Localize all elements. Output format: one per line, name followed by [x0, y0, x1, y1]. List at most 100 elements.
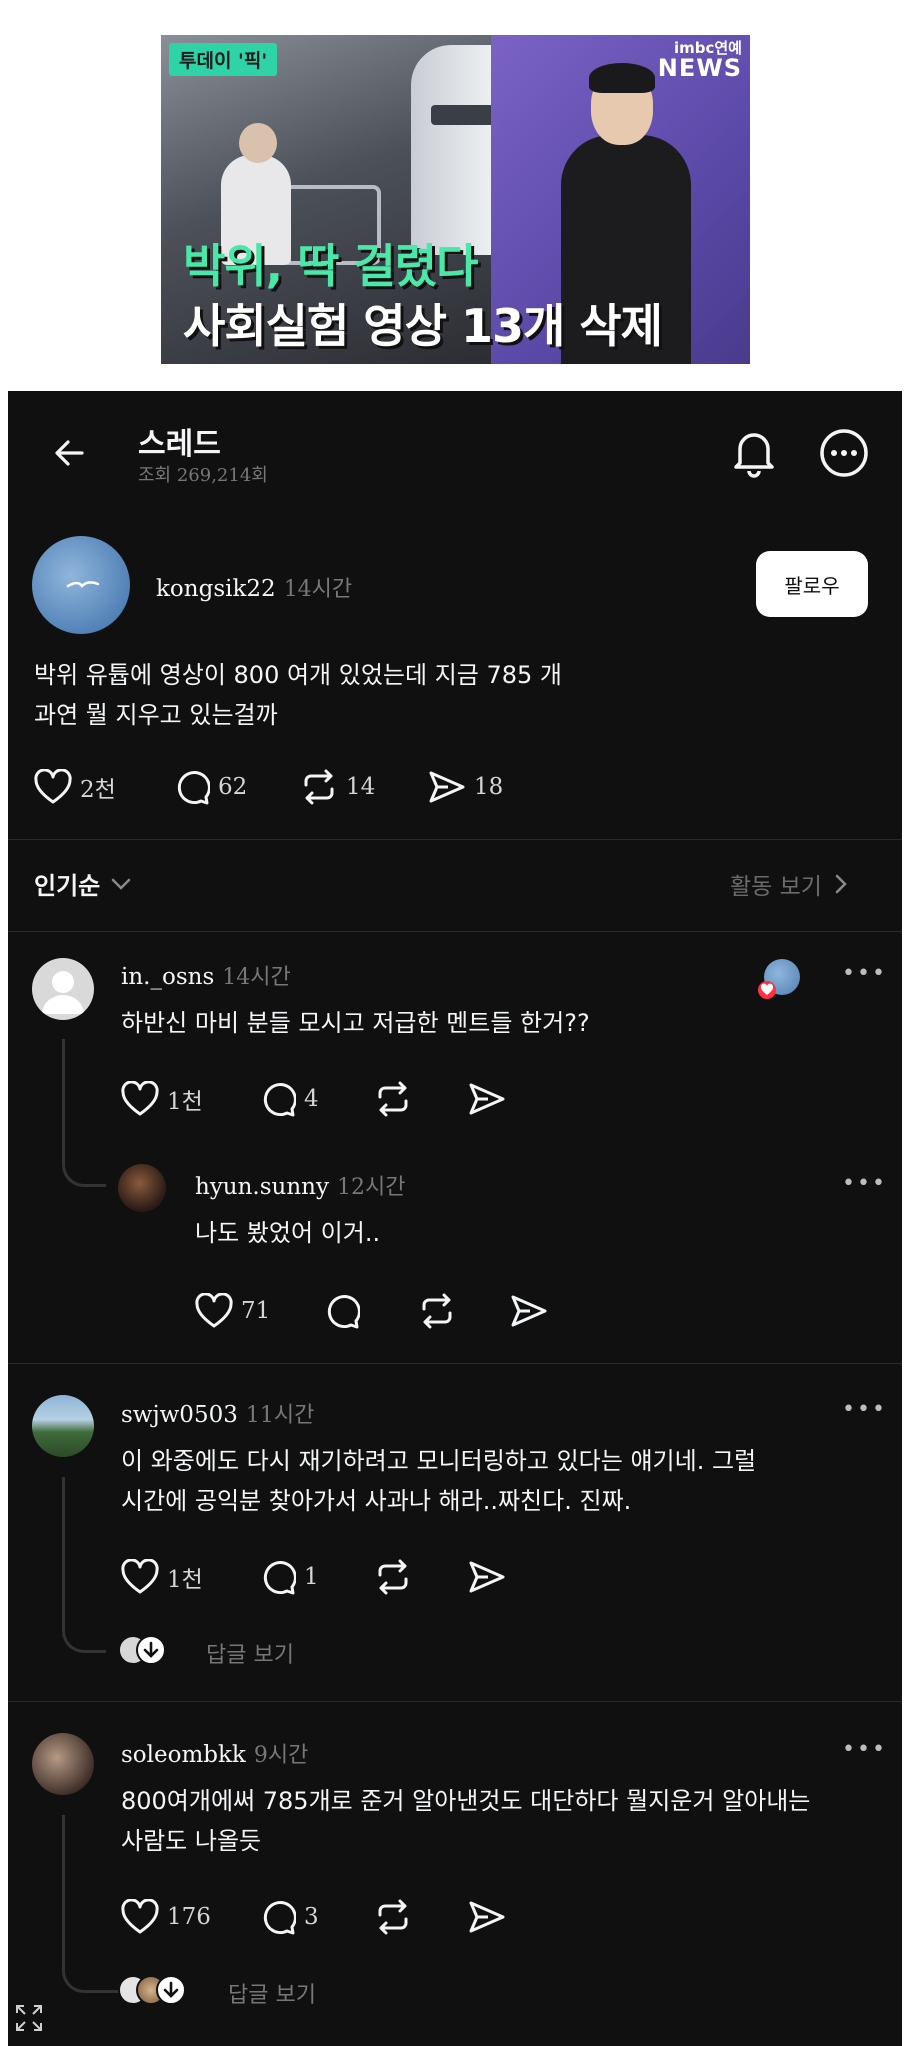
like-count: 1천: [167, 1089, 203, 1115]
follow-button[interactable]: 팔로우: [756, 551, 868, 617]
repost-icon: [378, 1081, 408, 1117]
arrow-down-icon: [159, 1978, 183, 2002]
activity-link[interactable]: 활동 보기: [730, 867, 848, 901]
divider: [8, 839, 902, 840]
heart-icon: [195, 1293, 233, 1328]
send-icon: [469, 1561, 505, 1593]
avatar[interactable]: [32, 536, 130, 634]
comment-icon: [177, 771, 210, 805]
news-headline-2: 사회실험 영상 13개 삭제: [183, 299, 663, 353]
chevron-right-icon: [835, 874, 847, 894]
repost-icon: [304, 769, 334, 805]
avatar[interactable]: [118, 1164, 166, 1212]
comment-button[interactable]: 62: [174, 769, 247, 805]
chevron-down-icon: [112, 878, 131, 890]
share-button[interactable]: [468, 1559, 506, 1599]
seagull-icon: [66, 581, 100, 588]
post-username[interactable]: kongsik22: [156, 576, 276, 602]
comment-text-line-1: 800여개에써 785개로 준거 알아낸것도 대단하다 뭘지운거 알아내는: [121, 1787, 811, 1815]
reply-count: 4: [304, 1086, 319, 1112]
heart-icon: [34, 769, 72, 804]
heart-badge-icon: [758, 981, 776, 1003]
reply-count: 1: [304, 1564, 319, 1590]
send-icon: [469, 1083, 505, 1115]
news-logo: imbc연예 NEWS: [657, 41, 742, 82]
like-count: 2천: [80, 777, 116, 803]
thread-connector: [62, 1815, 126, 1993]
more-options-icon[interactable]: [818, 427, 870, 479]
comment-more-icon[interactable]: •••: [842, 1737, 887, 1762]
expand-icon[interactable]: [14, 2003, 44, 2037]
avatar[interactable]: [32, 1395, 94, 1457]
repost-button[interactable]: [374, 1081, 412, 1121]
avatar[interactable]: [32, 1733, 94, 1795]
sort-dropdown[interactable]: 인기순: [34, 866, 132, 901]
reply-button[interactable]: [324, 1293, 361, 1333]
person-head: [239, 123, 277, 163]
send-icon: [429, 771, 465, 803]
threads-screen: 스레드 조회 269,214회 kongsik22 14시간 팔로우 박위 유튭에…: [8, 391, 902, 2046]
repost-button[interactable]: 14: [300, 769, 375, 805]
like-button[interactable]: 1천: [121, 1559, 203, 1595]
news-logo-bottom: NEWS: [657, 54, 742, 82]
comment-username[interactable]: swjw0503: [121, 1402, 238, 1428]
reply-time: 12시간: [336, 1175, 406, 1200]
comment-more-icon[interactable]: •••: [842, 961, 887, 986]
thread-connector: [62, 1039, 106, 1187]
share-button[interactable]: [510, 1293, 548, 1333]
reply-button[interactable]: 3: [260, 1899, 319, 1935]
share-button[interactable]: 18: [428, 769, 503, 805]
avatar[interactable]: [32, 958, 94, 1020]
reply-more-icon[interactable]: •••: [842, 1171, 887, 1196]
comment-icon: [263, 1083, 296, 1117]
reply-button[interactable]: 4: [260, 1081, 319, 1117]
celebrity-hair: [589, 63, 655, 93]
reply-button[interactable]: 1: [260, 1559, 319, 1595]
activity-label: 활동 보기: [730, 874, 822, 900]
comment-more-icon[interactable]: •••: [842, 1397, 887, 1422]
repost-count: 14: [346, 774, 376, 800]
comment-username[interactable]: in._osns: [121, 964, 214, 990]
view-replies-link[interactable]: 답글 보기: [228, 1977, 316, 2009]
post-header: kongsik22 14시간: [156, 571, 352, 603]
like-button[interactable]: 176: [121, 1899, 211, 1935]
page-title: 스레드: [138, 427, 221, 462]
comment-icon: [263, 1561, 296, 1595]
replier-avatar: [156, 1975, 186, 2005]
reply-text: 나도 봤었어 이거..: [195, 1219, 381, 1247]
repost-icon: [378, 1559, 408, 1595]
like-count: 1천: [167, 1567, 203, 1593]
thread-connector: [62, 1477, 106, 1653]
send-icon: [469, 1901, 505, 1933]
comment-text: 하반신 마비 분들 모시고 저급한 멘트들 한거??: [121, 1009, 590, 1037]
comment-time: 14시간: [222, 965, 291, 990]
default-user-icon: [42, 971, 84, 1014]
repost-icon: [422, 1293, 452, 1329]
comment-header: in._osns 14시간: [121, 959, 291, 991]
back-arrow-icon[interactable]: [52, 435, 88, 471]
divider: [8, 931, 902, 932]
view-replies-link[interactable]: 답글 보기: [206, 1637, 294, 1669]
comment-username[interactable]: soleombkk: [121, 1742, 246, 1768]
replier-avatar: [136, 1635, 166, 1665]
share-button[interactable]: [468, 1081, 506, 1121]
reply-username[interactable]: hyun.sunny: [195, 1174, 329, 1200]
bell-icon[interactable]: [730, 427, 778, 479]
sort-label: 인기순: [34, 872, 101, 900]
like-button[interactable]: 71: [195, 1293, 270, 1329]
heart-icon: [121, 1081, 159, 1116]
like-button[interactable]: 2천: [34, 769, 116, 805]
comment-text-line-2: 시간에 공익분 찾아가서 사과나 해라..짜친다. 진짜.: [121, 1487, 632, 1515]
view-count: 조회 269,214회: [138, 465, 268, 486]
repost-button[interactable]: [374, 1899, 412, 1939]
reply-header: hyun.sunny 12시간: [195, 1169, 405, 1201]
comment-icon: [327, 1295, 361, 1329]
heart-icon: [121, 1559, 159, 1594]
like-button[interactable]: 1천: [121, 1081, 203, 1117]
comment-time: 11시간: [245, 1403, 315, 1428]
news-tag: 투데이 '픽': [169, 43, 278, 76]
comment-text-line-2: 사람도 나올듯: [121, 1827, 262, 1855]
share-button[interactable]: [468, 1899, 506, 1939]
repost-button[interactable]: [418, 1293, 456, 1333]
repost-button[interactable]: [374, 1559, 412, 1599]
